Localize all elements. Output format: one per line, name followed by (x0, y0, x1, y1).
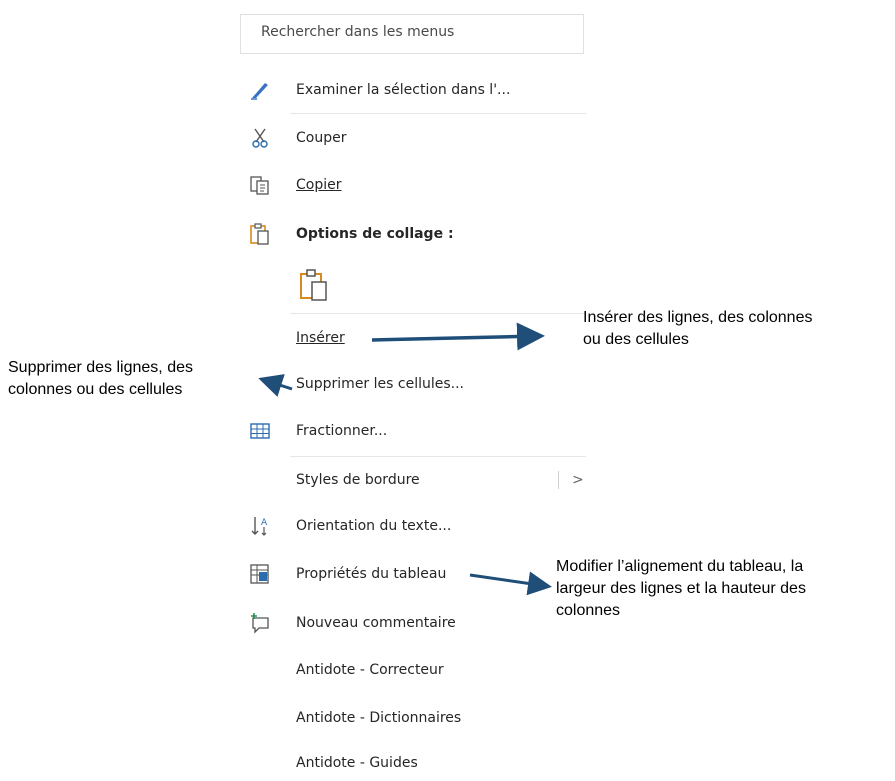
arrow-proprietes (469, 571, 552, 596)
arrow-inserer (371, 322, 545, 351)
annotation-arrows (258, 322, 552, 596)
arrow-supprimer (258, 374, 293, 397)
